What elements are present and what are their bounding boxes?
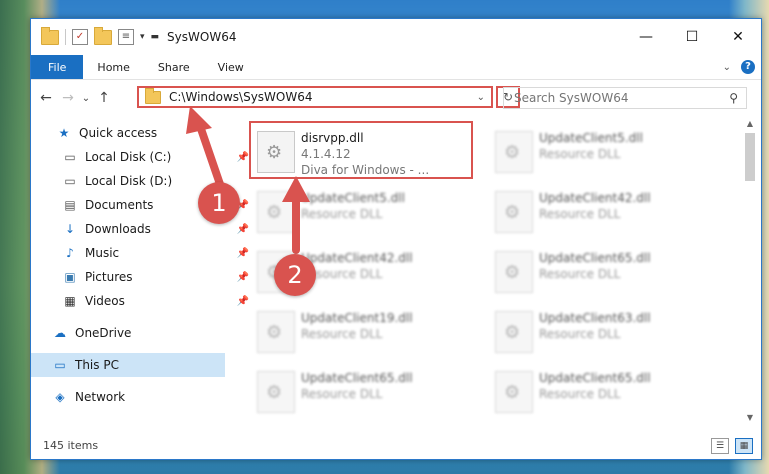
arrow-1 (186, 106, 226, 194)
annotation-arrows (186, 106, 310, 254)
arrow-2 (282, 176, 310, 254)
step-badge-2: 2 (274, 254, 316, 296)
step-badge-1: 1 (198, 182, 240, 224)
